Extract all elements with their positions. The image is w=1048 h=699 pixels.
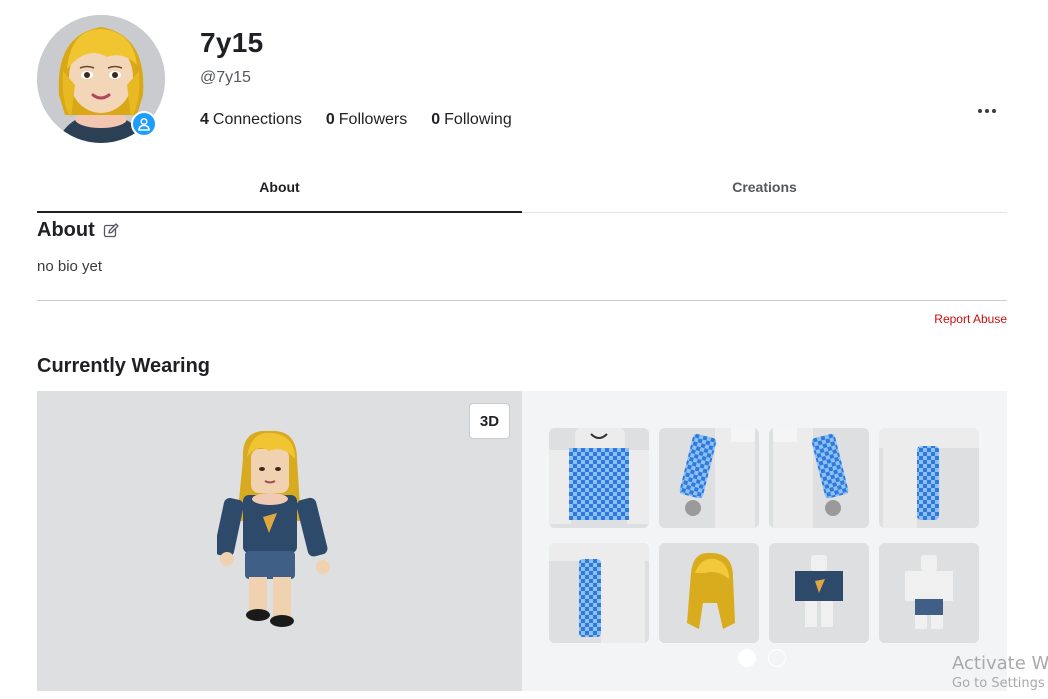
display-name: 7y15 [200,27,264,58]
user-icon [138,117,150,131]
avatar-viewer[interactable]: 3D [37,391,522,691]
carousel-dot-1[interactable] [738,649,756,667]
wearing-item-hair[interactable] [659,543,759,643]
activation-watermark: Activate W Go to Settings [952,653,1048,691]
following-label: Following [444,111,512,128]
followers-count: 0 [325,111,335,128]
about-heading: About [37,219,119,242]
wearing-item-shirt[interactable] [549,428,649,528]
wearing-items-panel [522,391,1007,691]
wearing-item-right-leg[interactable] [879,428,979,528]
presence-badge [131,111,157,137]
tab-creations[interactable]: Creations [522,166,1007,212]
about-title: About [37,219,95,241]
ellipsis-icon [985,109,989,113]
edit-icon[interactable] [103,222,119,239]
carousel-pagination [738,649,786,667]
toggle-3d-button[interactable]: 3D [469,403,510,439]
connections-count: 4 [200,111,209,128]
tab-about[interactable]: About [37,166,522,213]
profile-stats: 4 Connections 0 Followers 0 Following [200,111,512,129]
watermark-line-2: Go to Settings [952,676,1045,691]
following-count: 0 [431,111,441,128]
followers-stat[interactable]: 0 Followers [326,111,407,129]
ellipsis-icon [978,109,982,113]
connections-label: Connections [212,111,302,128]
currently-wearing-title: Currently Wearing [37,355,210,377]
carousel-dot-2[interactable] [768,649,786,667]
more-options-button[interactable] [972,102,1002,120]
avatar-figure [217,430,330,627]
about-divider [37,300,1007,301]
followers-label: Followers [338,111,408,128]
bio-text: no bio yet [37,258,103,275]
connections-stat[interactable]: 4 Connections [200,111,302,129]
watermark-line-1: Activate W [952,653,1048,674]
wearing-item-left-leg[interactable] [549,543,649,643]
profile-avatar-container[interactable] [37,15,165,143]
wearing-item-jeans-outfit[interactable] [879,543,979,643]
ellipsis-icon [992,109,996,113]
wearing-item-left-sleeve[interactable] [659,428,759,528]
wearing-items-grid [549,428,979,643]
username: @7y15 [200,69,251,86]
profile-tabs: About Creations [37,166,1007,213]
following-stat[interactable]: 0 Following [431,111,512,129]
wearing-item-right-sleeve[interactable] [769,428,869,528]
wearing-item-sweater-outfit[interactable] [769,543,869,643]
report-abuse-link[interactable]: Report Abuse [934,312,1007,326]
